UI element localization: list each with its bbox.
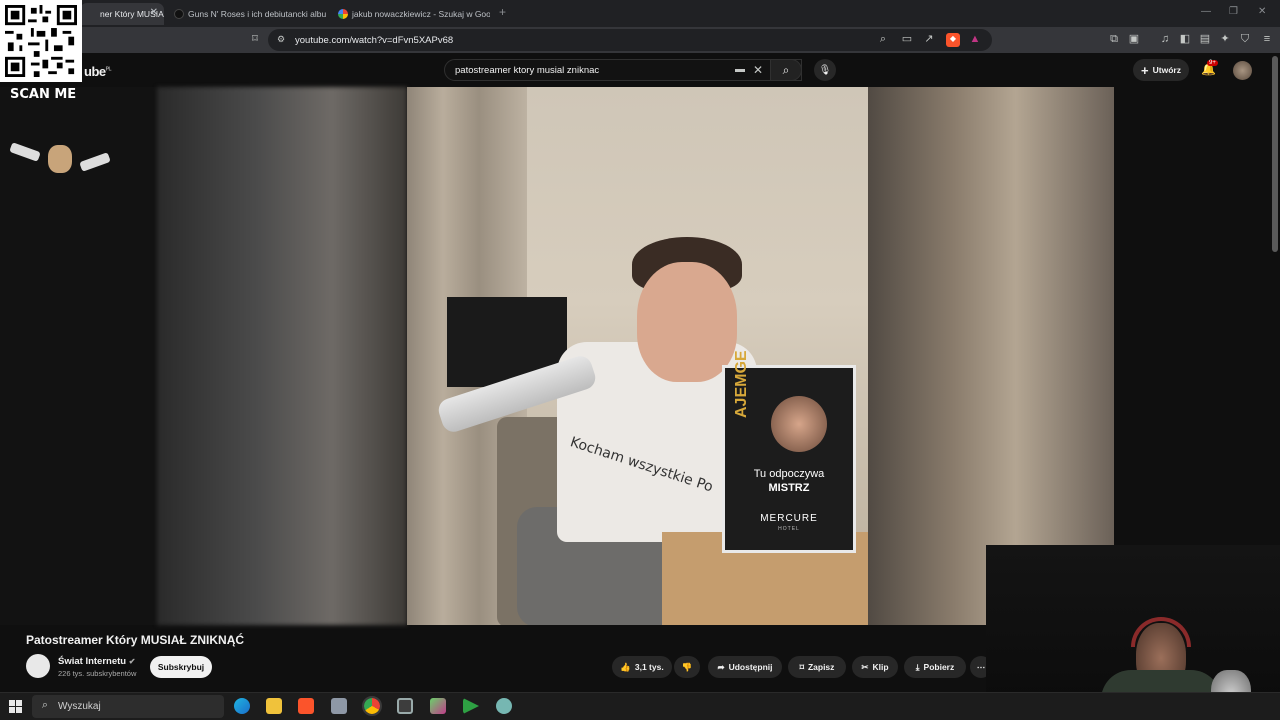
close-icon[interactable]: ✕ [150,7,158,18]
minimize-icon[interactable]: — [1201,6,1211,17]
tab-label: jakub nowaczkiewicz - Szukaj w Goo [352,9,490,19]
chrome-icon[interactable] [362,696,382,716]
verified-icon: ✔ [128,657,136,666]
notification-badge: 9+ [1207,60,1218,66]
qr-code [0,0,82,82]
bookmark-icon: ⌑ [799,661,804,672]
extensions-icon[interactable]: ⧉ [1107,33,1121,47]
share-icon: ➦ [717,661,725,672]
logo-region: PL [105,66,112,73]
voice-search-button[interactable]: 🎙 [814,59,836,81]
tiktok-icon [174,9,184,19]
sign-vertical-text: AJEMGE [733,350,750,418]
headphones [1131,617,1191,647]
thumbs-down-icon: 👎 [681,661,693,672]
clip-label: Klip [872,662,889,672]
search-icon: ⌕ [41,699,49,711]
sign-brand: MERCURE [760,513,818,524]
windows-start-icon[interactable] [9,700,22,713]
share-button[interactable]: ➦ Udostępnij [708,656,782,678]
sign-line1: Tu odpoczywa [753,468,825,480]
search-input[interactable]: patostreamer ktory musial zniknac ▬ ✕ [444,59,802,81]
account-avatar[interactable] [1233,61,1252,80]
wallet-icon[interactable]: ▤ [1198,33,1212,47]
google-icon [338,9,348,19]
vpn-icon[interactable]: ⛉ [1238,33,1252,47]
brave-shield-icon[interactable]: ◆ [946,33,960,47]
tab-youtube[interactable]: ner Który MUSIA ✕ [80,3,164,25]
taskbar-search-input[interactable]: ⌕ Wyszukaj [32,695,224,718]
create-button[interactable]: + Utwórz [1133,59,1189,81]
site-info-icon[interactable]: ⚙ [274,33,288,47]
sign-brand-sub: HOTEL [778,526,800,532]
rewards-icon[interactable]: ▲ [968,33,982,47]
scissors-icon: ✂ [861,661,869,672]
dislike-button[interactable]: 👎 [674,656,700,678]
tab-google[interactable]: jakub nowaczkiewicz - Szukaj w Goo [332,3,490,25]
subscriber-count: 226 tys. subskrybentów [58,669,137,678]
channel-name-text: Świat Internetu [58,656,127,667]
app-icon[interactable] [331,698,347,714]
cast-icon[interactable]: ▭ [900,33,914,47]
plus-icon: + [1141,62,1149,78]
maximize-icon[interactable]: ❐ [1229,6,1238,17]
brave-icon[interactable] [298,698,314,714]
share-page-icon[interactable]: ↗ [922,33,936,47]
share-label: Udostępnij [728,662,773,672]
thumbs-up-icon: 👍 [620,661,631,672]
clip-button[interactable]: ✂ Klip [852,656,898,678]
search-button[interactable]: ⌕ [770,59,802,81]
channel-name[interactable]: Świat Internetu ✔ [58,656,135,667]
scan-me-label: SCAN ME [10,87,77,102]
sign-portrait [771,396,827,452]
person-face [637,262,737,382]
keyboard-icon[interactable]: ▬ [733,64,747,78]
create-label: Utwórz [1152,65,1181,75]
edge-icon[interactable] [234,698,250,714]
video-blur-left [157,87,407,625]
microphone-icon: 🎙 [818,64,832,76]
search-value: patostreamer ktory musial zniknac [455,64,600,76]
download-icon: ⤓ [915,661,920,672]
save-button[interactable]: ⌑ Zapisz [788,656,846,678]
hotel-sign: AJEMGE Tu odpoczywa MISTRZ MERCURE HOTEL [722,350,856,553]
zoom-icon[interactable]: ⌕ [876,33,890,47]
ai-icon[interactable]: ✦ [1218,33,1232,47]
channel-avatar[interactable] [26,654,50,678]
youtube-logo[interactable]: ubePL [84,64,112,79]
url-text: youtube.com/watch?v=dFvn5XAPv68 [295,34,454,46]
logo-text: ube [84,64,106,79]
media-icon[interactable]: ♫ [1158,33,1172,47]
sidebar-icon[interactable]: ◧ [1178,33,1192,47]
screenshot-icon[interactable]: ▣ [1127,33,1141,47]
cat-sticker [9,142,111,175]
address-bar[interactable]: ⚙ youtube.com/watch?v=dFvn5XAPv68 ⌕ ▭ ↗ … [268,29,992,51]
video-title: Patostreamer Który MUSIAŁ ZNIKNĄĆ [26,633,245,647]
obs-icon[interactable] [397,698,413,714]
new-tab-button[interactable]: + [499,5,506,19]
tab-label: Guns N' Roses i ich debiutancki albu [188,9,326,19]
app-icon-3[interactable] [496,698,512,714]
page-scrollbar[interactable] [1272,56,1278,252]
like-count: 3,1 tys. [634,662,664,672]
qr-code-image [5,5,77,77]
sign-line2: MISTRZ [768,482,810,494]
menu-icon[interactable]: ≡ [1260,33,1274,47]
taskbar-search-placeholder: Wyszukaj [58,701,101,712]
bookmark-icon[interactable]: ⌑ [248,33,262,47]
save-label: Zapisz [807,662,835,672]
download-label: Pobierz [923,662,955,672]
download-button[interactable]: ⤓ Pobierz [904,656,966,678]
search-icon: ⌕ [782,62,790,77]
app-icon-2[interactable] [430,698,446,714]
like-button[interactable]: 👍 3,1 tys. [612,656,672,678]
tab-tiktok[interactable]: Guns N' Roses i ich debiutancki albu [168,3,326,25]
clear-search-icon[interactable]: ✕ [751,64,765,78]
close-window-icon[interactable]: ✕ [1258,6,1266,17]
file-explorer-icon[interactable] [266,698,282,714]
subscribe-button[interactable]: Subskrybuj [150,656,212,678]
browser-tab-strip: ner Który MUSIA ✕ Guns N' Roses i ich de… [0,0,1280,27]
video-frame[interactable]: Kocham wszystkie Po AJEMGE Tu odpoczywa … [407,87,868,625]
